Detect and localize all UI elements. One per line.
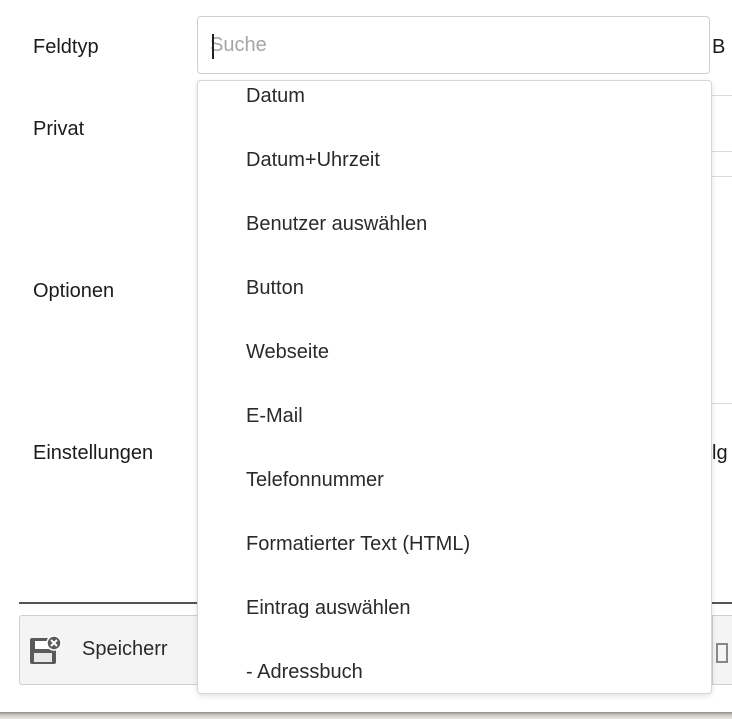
search-input[interactable] bbox=[210, 31, 690, 59]
option-datum-uhrzeit[interactable]: Datum+Uhrzeit bbox=[246, 149, 380, 172]
label-feldtyp: Feldtyp bbox=[33, 36, 99, 58]
delete-button[interactable] bbox=[712, 615, 732, 685]
option-datum[interactable]: Datum bbox=[246, 85, 305, 108]
option-benutzer-auswaehlen[interactable]: Benutzer auswählen bbox=[246, 213, 427, 236]
option-formatierter-text[interactable]: Formatierter Text (HTML) bbox=[246, 533, 470, 556]
option-eintrag-auswaehlen[interactable]: Eintrag auswählen bbox=[246, 597, 411, 620]
save-button-label: Speicherr bbox=[82, 638, 168, 660]
label-optionen: Optionen bbox=[33, 280, 115, 302]
save-close-button[interactable]: Speicherr bbox=[19, 615, 219, 685]
cut-text-right-top: B bbox=[712, 36, 726, 58]
save-close-icon bbox=[30, 635, 62, 664]
text-caret bbox=[212, 34, 214, 59]
dialog: Feldtyp Privat Optionen Einstellungen B … bbox=[0, 0, 732, 713]
field-type-search[interactable] bbox=[197, 16, 710, 74]
label-einstellungen: Einstellungen bbox=[33, 442, 154, 464]
label-privat: Privat bbox=[33, 118, 85, 140]
option-button[interactable]: Button bbox=[246, 277, 304, 300]
delete-icon bbox=[716, 643, 728, 663]
field-type-dropdown[interactable]: Datum Datum+Uhrzeit Benutzer auswählen B… bbox=[197, 80, 712, 694]
option-telefonnummer[interactable]: Telefonnummer bbox=[246, 469, 384, 492]
cut-text-right-settings: lg bbox=[712, 442, 728, 464]
window-shadow bbox=[0, 712, 732, 719]
option-email[interactable]: E-Mail bbox=[246, 405, 303, 428]
option-adressbuch[interactable]: - Adressbuch bbox=[246, 661, 363, 684]
option-webseite[interactable]: Webseite bbox=[246, 341, 329, 364]
